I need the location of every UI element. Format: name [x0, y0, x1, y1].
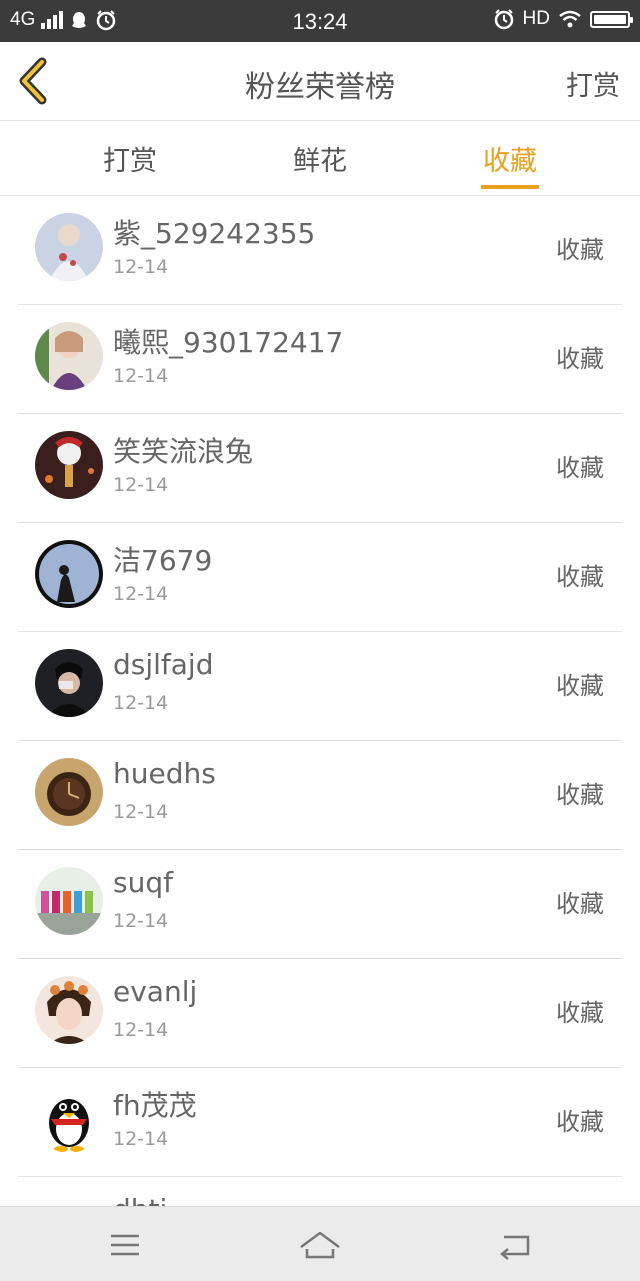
user-name: 曦熙_930172417	[113, 326, 344, 359]
menu-icon[interactable]	[105, 1225, 145, 1265]
user-name: huedhs	[113, 757, 216, 790]
action-label: 收藏	[556, 999, 604, 1027]
alarm-icon	[494, 9, 513, 30]
user-name: 紫_529242355	[113, 217, 316, 250]
avatar	[35, 976, 103, 1044]
avatar	[35, 758, 103, 826]
avatar	[35, 431, 103, 499]
date: 12-14	[113, 692, 169, 714]
user-name: dhtj	[113, 1193, 167, 1206]
tab-reward[interactable]: 打赏	[70, 139, 190, 178]
hd-label: HD	[522, 8, 550, 29]
date: 12-14	[113, 365, 169, 387]
user-name: 笑笑流浪兔	[113, 435, 254, 468]
date: 12-14	[113, 474, 169, 496]
status-bar: 4G 13:24 HD	[0, 0, 640, 42]
action-label: 收藏	[556, 890, 604, 918]
wifi-icon	[559, 10, 581, 28]
action-label: 收藏	[556, 236, 604, 264]
reward-link[interactable]: 打赏	[566, 64, 620, 103]
action-label: 收藏	[556, 345, 604, 373]
home-icon[interactable]	[297, 1225, 343, 1265]
action-label: 收藏	[556, 1108, 604, 1136]
system-nav-bar	[0, 1206, 640, 1281]
user-name: fh茂茂	[113, 1089, 197, 1122]
list-item[interactable]: huedhs 12-14 收藏	[18, 741, 622, 850]
date: 12-14	[113, 1128, 169, 1150]
list-item[interactable]: 紫_529242355 12-14 收藏	[18, 196, 622, 305]
user-name: 洁7679	[113, 544, 213, 577]
tab-flowers[interactable]: 鲜花	[260, 139, 380, 178]
avatar	[35, 322, 103, 390]
list-item[interactable]: 笑笑流浪兔 12-14 收藏	[18, 414, 622, 523]
qq-penguin-avatar	[35, 1085, 103, 1153]
tab-favorites[interactable]: 收藏	[450, 139, 570, 189]
avatar	[35, 867, 103, 935]
tab-bar: 打赏 鲜花 收藏	[0, 121, 640, 196]
battery-icon	[590, 10, 633, 28]
list-item[interactable]: suqf 12-14 收藏	[18, 850, 622, 959]
qq-penguin-avatar	[35, 1194, 103, 1206]
list-item[interactable]: evanlj 12-14 收藏	[18, 959, 622, 1068]
user-name: suqf	[113, 866, 173, 899]
action-label: 收藏	[556, 781, 604, 809]
list-item[interactable]: dsjlfajd 12-14 收藏	[18, 632, 622, 741]
date: 12-14	[113, 256, 169, 278]
user-name: evanlj	[113, 975, 198, 1008]
date: 12-14	[113, 910, 169, 932]
user-name: dsjlfajd	[113, 648, 214, 681]
list-item[interactable]: dhtj	[18, 1177, 622, 1206]
action-label: 收藏	[556, 563, 604, 591]
list-item[interactable]: fh茂茂 12-14 收藏	[18, 1068, 622, 1177]
list-item[interactable]: 洁7679 12-14 收藏	[18, 523, 622, 632]
avatar	[35, 540, 103, 608]
status-right: HD	[493, 8, 633, 30]
date: 12-14	[113, 801, 169, 823]
fan-list: 紫_529242355 12-14 收藏 曦熙_930172417 12-14 …	[0, 196, 640, 1206]
date: 12-14	[113, 583, 169, 605]
list-item[interactable]: 曦熙_930172417 12-14 收藏	[18, 305, 622, 414]
avatar	[35, 213, 103, 281]
back-icon[interactable]	[496, 1225, 536, 1265]
date: 12-14	[113, 1019, 169, 1041]
header: 粉丝荣誉榜 打赏	[0, 42, 640, 121]
action-label: 收藏	[556, 454, 604, 482]
page-title: 粉丝荣誉榜	[245, 70, 395, 105]
action-label: 收藏	[556, 672, 604, 700]
avatar	[35, 649, 103, 717]
